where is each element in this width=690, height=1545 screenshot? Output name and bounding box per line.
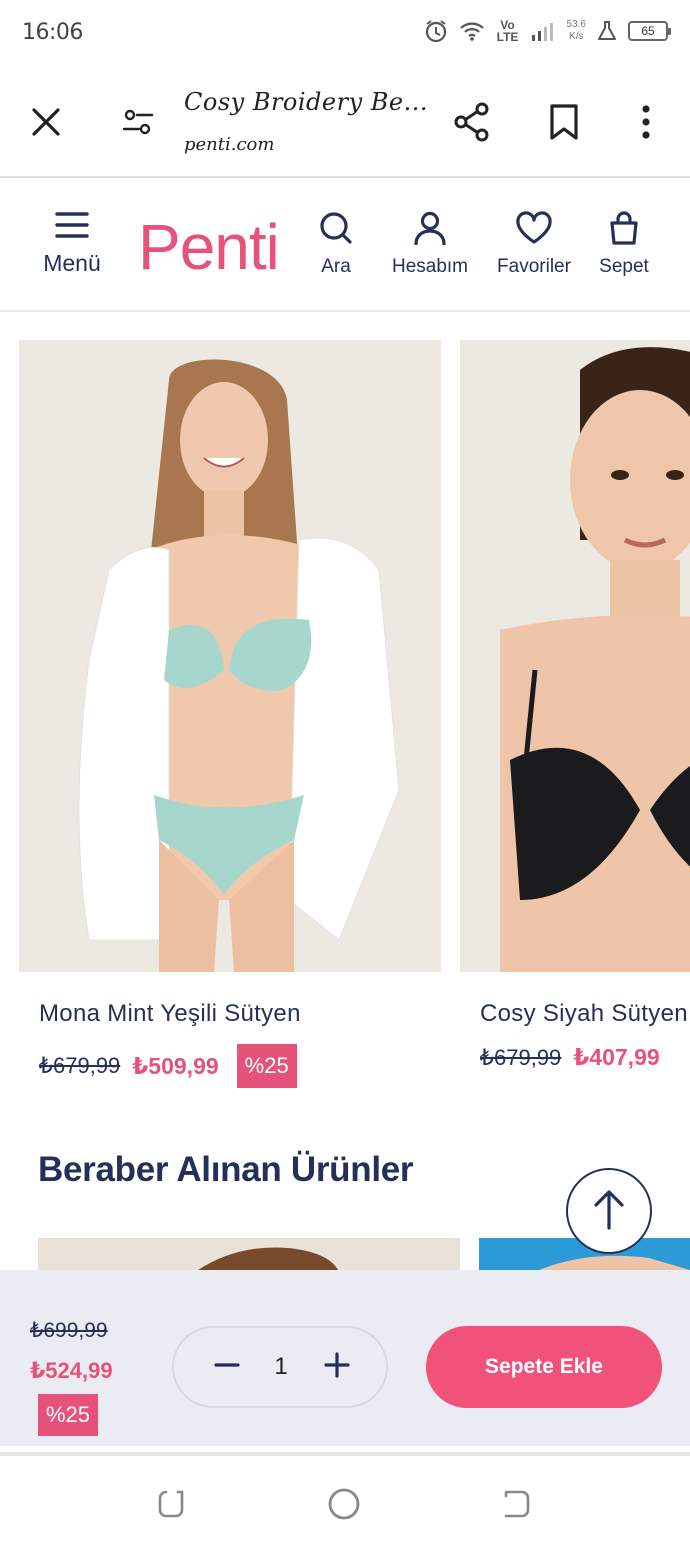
recent-apps-icon[interactable] bbox=[142, 1476, 202, 1532]
section-title: Beraber Alınan Ürünler bbox=[38, 1150, 414, 1189]
cart-sale-price: ₺524,99 bbox=[30, 1358, 113, 1383]
product-card[interactable]: Cosy Siyah Sütyen ₺679,99 ₺407,99 bbox=[460, 340, 690, 1100]
system-navigation-bar bbox=[0, 1452, 690, 1545]
discount-badge: %25 bbox=[236, 1044, 297, 1088]
page-title: Cosy Broidery Be... bbox=[184, 88, 429, 116]
scroll-to-top-button[interactable] bbox=[566, 1168, 652, 1254]
home-icon[interactable] bbox=[314, 1476, 374, 1532]
speed-value: 53.6 bbox=[566, 19, 586, 30]
back-icon[interactable] bbox=[486, 1476, 546, 1532]
menu-button[interactable]: Menü bbox=[30, 178, 114, 310]
minus-icon bbox=[214, 1352, 240, 1383]
add-to-cart-button[interactable]: Sepete Ekle bbox=[426, 1326, 662, 1408]
product-image[interactable] bbox=[19, 340, 441, 972]
menu-label: Menü bbox=[43, 250, 101, 276]
site-settings-icon[interactable] bbox=[108, 68, 168, 176]
signal-icon bbox=[531, 21, 557, 41]
data-speed: 53.6 K/s bbox=[567, 19, 586, 43]
site-header: Menü Penti Ara Hesabım Favoriler Sepet bbox=[0, 178, 690, 312]
old-price: ₺679,99 bbox=[39, 1053, 121, 1078]
sale-price: ₺509,99 bbox=[132, 1052, 219, 1079]
cart-old-price: ₺699,99 bbox=[30, 1319, 108, 1342]
page-domain: penti.com bbox=[184, 134, 275, 155]
nav-favorites-label: Favoriler bbox=[497, 255, 571, 277]
alarm-icon bbox=[423, 18, 449, 44]
nav-favorites[interactable]: Favoriler bbox=[490, 178, 578, 310]
user-icon bbox=[413, 211, 447, 250]
search-icon bbox=[319, 211, 353, 250]
nav-account-label: Hesabım bbox=[391, 255, 469, 277]
arrow-up-icon bbox=[593, 1188, 625, 1235]
bookmark-icon[interactable] bbox=[534, 68, 594, 176]
more-options-icon[interactable] bbox=[616, 68, 676, 176]
brand-logo[interactable]: Penti bbox=[138, 210, 280, 284]
battery-icon: 65 bbox=[628, 21, 671, 41]
hamburger-icon bbox=[55, 211, 89, 244]
sale-price: ₺407,99 bbox=[573, 1044, 660, 1070]
product-name[interactable]: Cosy Siyah Sütyen bbox=[480, 1000, 688, 1028]
close-icon[interactable] bbox=[16, 68, 76, 176]
heart-icon bbox=[515, 210, 553, 250]
old-price: ₺679,99 bbox=[480, 1044, 562, 1070]
product-image[interactable] bbox=[460, 340, 690, 972]
nav-cart-label: Sepet bbox=[599, 255, 649, 277]
price-row: ₺679,99 ₺407,99 bbox=[480, 1044, 660, 1071]
status-bar: 16:06 Vo LTE 53.6 K/s 65 bbox=[0, 0, 690, 68]
nav-cart[interactable]: Sepet bbox=[592, 178, 656, 310]
status-time: 16:06 bbox=[22, 20, 83, 45]
speed-unit: K/s bbox=[569, 31, 584, 42]
recommended-product-image[interactable] bbox=[38, 1238, 460, 1270]
wifi-icon bbox=[459, 20, 485, 42]
quantity-stepper: 1 bbox=[172, 1326, 388, 1408]
network-type: Vo LTE bbox=[496, 18, 519, 44]
shopping-bag-icon bbox=[608, 210, 640, 250]
browser-toolbar: Cosy Broidery Be... penti.com bbox=[0, 68, 690, 178]
increase-quantity-button[interactable] bbox=[302, 1328, 372, 1406]
product-card[interactable]: Mona Mint Yeşili Sütyen ₺679,99 ₺509,99 … bbox=[19, 340, 441, 1088]
product-name[interactable]: Mona Mint Yeşili Sütyen bbox=[39, 1000, 301, 1028]
plus-icon bbox=[324, 1351, 350, 1383]
nav-search[interactable]: Ara bbox=[306, 178, 366, 310]
flask-icon bbox=[596, 20, 618, 42]
cart-discount-badge: %25 bbox=[38, 1394, 99, 1436]
share-icon[interactable] bbox=[442, 68, 502, 176]
status-icons: Vo LTE 53.6 K/s 65 bbox=[423, 18, 671, 44]
add-to-cart-bar: ₺699,99 ₺524,99 %25 1 Sepete Ekle bbox=[0, 1270, 690, 1446]
nav-search-label: Ara bbox=[321, 255, 351, 277]
price-row: ₺679,99 ₺509,99 %25 bbox=[39, 1044, 297, 1088]
nav-account[interactable]: Hesabım bbox=[384, 178, 476, 310]
